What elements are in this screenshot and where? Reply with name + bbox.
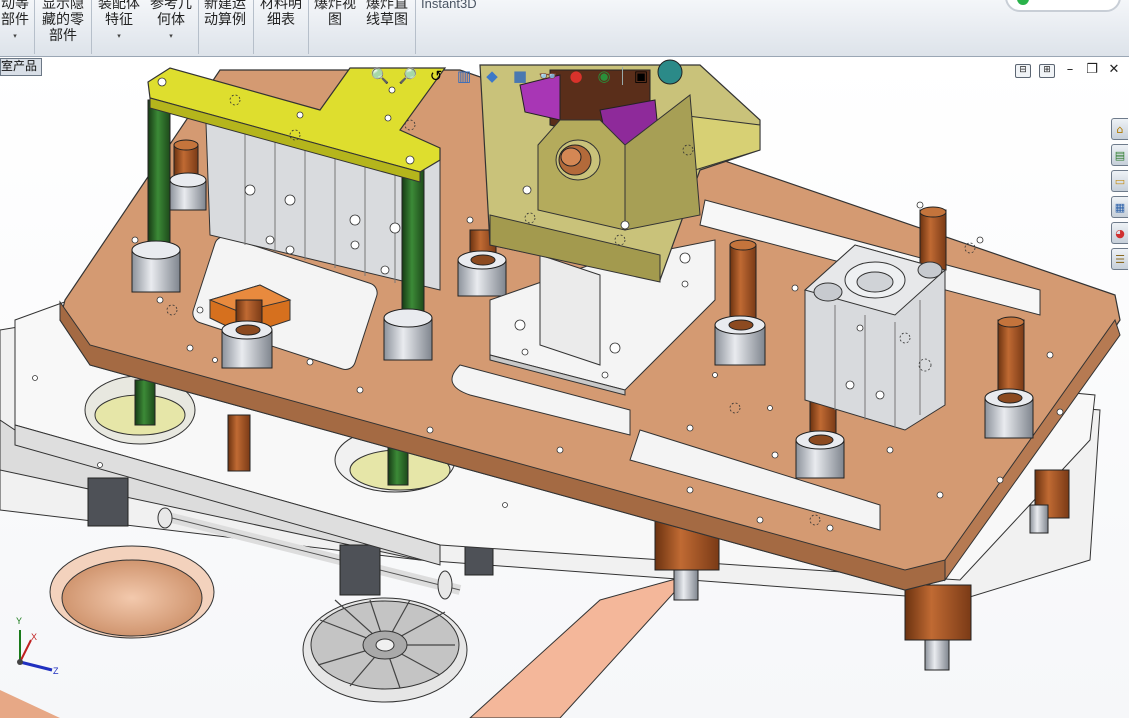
restore-icon[interactable]: ❐ — [1085, 63, 1099, 76]
view-settings-icon[interactable]: ▣ — [629, 64, 653, 88]
exploded-view-button[interactable]: 爆炸视 图 — [312, 0, 358, 28]
hide-show-icon[interactable]: 👓 — [536, 64, 560, 88]
show-hidden-parts-button[interactable]: 显示隐 藏的零 部件 — [40, 0, 86, 44]
status-indicator-icon — [1017, 0, 1029, 5]
chevron-down-icon[interactable]: ▾ — [96, 31, 142, 41]
chevron-down-icon[interactable]: ▾ — [148, 31, 194, 41]
appearances-icon[interactable]: ◕ — [1111, 222, 1128, 244]
reference-triad: Y X Z — [16, 616, 59, 676]
display-style-icon[interactable]: ■ — [508, 64, 532, 88]
design-library-icon[interactable]: ▤ — [1111, 144, 1128, 166]
ribbon-separator — [415, 0, 416, 54]
edit-appearance-icon[interactable]: ● — [564, 64, 588, 88]
file-explorer-icon[interactable]: ▭ — [1111, 170, 1128, 192]
toolbar-separator — [622, 67, 623, 85]
ribbon-separator — [34, 0, 35, 54]
ribbon-toolbar: 动等 部件 ▾ 显示隐 藏的零 部件 装配体 特征 ▾ 参考几 何体 ▾ 新建运… — [0, 0, 1129, 57]
section-view-icon[interactable]: ▥ — [452, 64, 476, 88]
chevron-down-icon[interactable]: ▾ — [0, 31, 30, 41]
reference-geometry-button[interactable]: 参考几 何体 ▾ — [148, 0, 194, 41]
instant3d-button[interactable]: Instant3D — [421, 0, 477, 11]
task-pane-tabs: ⌂ ▤ ▭ ▦ ◕ ☰ — [1111, 118, 1129, 274]
view-orientation-icon[interactable]: ◆ — [480, 64, 504, 88]
home-icon[interactable]: ⌂ — [1111, 118, 1128, 140]
feature-tree-tab[interactable]: 室产品 — [0, 58, 43, 76]
ribbon-separator — [308, 0, 309, 54]
zoom-to-fit-icon[interactable]: 🔍 — [368, 64, 392, 88]
minimize-icon[interactable]: – — [1063, 63, 1077, 76]
zoom-area-icon[interactable]: 🔎 — [396, 64, 420, 88]
tile-icon[interactable]: ⊟ — [1015, 64, 1031, 78]
search-box[interactable] — [1005, 0, 1121, 12]
window-controls: ⊟ ⊞ – ❐ ✕ — [1015, 63, 1121, 78]
mate-parts-button[interactable]: 动等 部件 ▾ — [0, 0, 30, 41]
previous-view-icon[interactable]: ↺ — [424, 64, 448, 88]
assembly-feature-button[interactable]: 装配体 特征 ▾ — [96, 0, 142, 41]
new-motion-study-button[interactable]: 新建运 动算例 — [202, 0, 248, 28]
ribbon-separator — [198, 0, 199, 54]
tile-icon-2[interactable]: ⊞ — [1039, 64, 1055, 78]
custom-properties-icon[interactable]: ☰ — [1111, 248, 1128, 270]
ribbon-separator — [91, 0, 92, 54]
explode-line-sketch-button[interactable]: 爆炸直 线草图 — [364, 0, 410, 28]
view-palette-icon[interactable]: ▦ — [1111, 196, 1128, 218]
close-icon[interactable]: ✕ — [1107, 63, 1121, 76]
assembly-model[interactable] — [0, 58, 1129, 718]
ribbon-separator — [253, 0, 254, 54]
graphics-area[interactable]: 室产品 Y X Z — [0, 58, 1129, 718]
heads-up-view-toolbar: 🔍 🔎 ↺ ▥ ◆ ■ 👓 ● ◉ ▣ — [368, 62, 653, 90]
apply-scene-icon[interactable]: ◉ — [592, 64, 616, 88]
bill-of-materials-button[interactable]: 材料明 细表 — [258, 0, 304, 28]
